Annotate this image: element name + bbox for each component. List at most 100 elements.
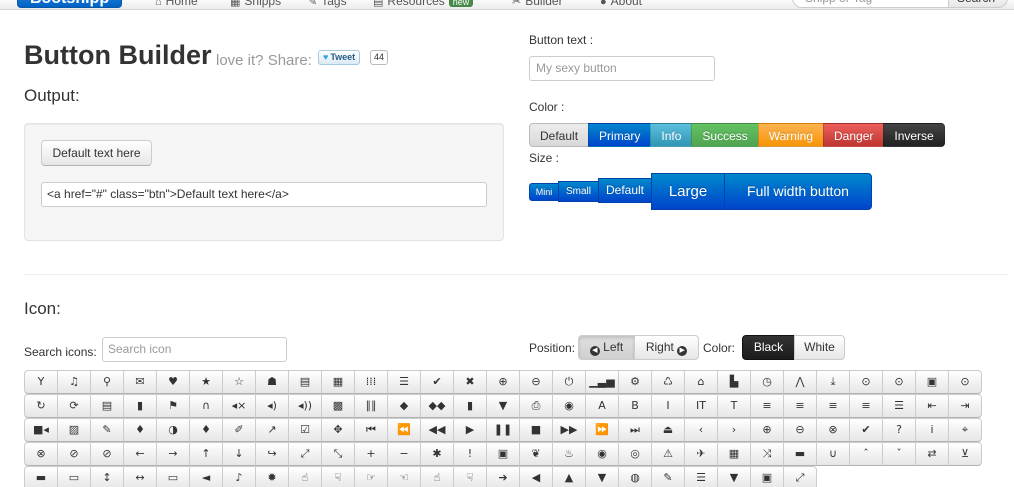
- map-marker-icon[interactable]: ♦: [123, 418, 157, 442]
- arrow-down-icon[interactable]: ↓: [222, 442, 256, 466]
- indent-right-icon[interactable]: ⇥: [948, 394, 982, 418]
- film-icon[interactable]: ▤: [288, 370, 322, 394]
- user-icon[interactable]: ☗: [255, 370, 289, 394]
- lock-icon[interactable]: ▮: [123, 394, 157, 418]
- text-height-icon[interactable]: IT: [684, 394, 718, 418]
- resize-vertical-icon[interactable]: ↕: [90, 466, 124, 487]
- info-sign-icon[interactable]: i: [915, 418, 949, 442]
- indent-left-icon[interactable]: ⇤: [915, 394, 949, 418]
- circle-arrow-left-icon[interactable]: ◀: [519, 466, 553, 487]
- picture-icon[interactable]: ▨: [57, 418, 91, 442]
- fire-icon[interactable]: ♨: [552, 442, 586, 466]
- headphones-icon[interactable]: ∩: [189, 394, 223, 418]
- bell-icon[interactable]: ♪: [222, 466, 256, 487]
- asterisk-icon[interactable]: ✱: [420, 442, 454, 466]
- list-alt-icon[interactable]: ▤: [90, 394, 124, 418]
- hdd-icon[interactable]: ▭: [156, 466, 190, 487]
- italic-icon[interactable]: I: [651, 394, 685, 418]
- nav-item-home[interactable]: ⌂ Home: [155, 0, 198, 9]
- eye-close-icon[interactable]: ◎: [618, 442, 652, 466]
- cog-icon[interactable]: ⚙: [618, 370, 652, 394]
- position-left-button[interactable]: ◀ Left: [578, 335, 635, 360]
- hand-up-icon[interactable]: ☝: [420, 466, 454, 487]
- color-info-button[interactable]: Info: [650, 123, 693, 147]
- retweet-icon[interactable]: ⇄: [915, 442, 949, 466]
- repeat-icon[interactable]: ↻: [24, 394, 58, 418]
- envelope-icon[interactable]: ✉: [123, 370, 157, 394]
- button-text-input[interactable]: My sexy button: [529, 56, 715, 81]
- size-default-button[interactable]: Default: [598, 178, 652, 203]
- preview-button[interactable]: Default text here: [41, 140, 152, 166]
- warning-sign-icon[interactable]: ⚠: [651, 442, 685, 466]
- calendar-icon[interactable]: ▦: [717, 442, 751, 466]
- folder-close-icon[interactable]: ▬: [24, 466, 58, 487]
- fullscreen-icon[interactable]: ⤢: [783, 466, 817, 487]
- hand-down-icon[interactable]: ☟: [453, 466, 487, 487]
- resize-small-icon[interactable]: ⤡: [321, 442, 355, 466]
- nav-search-button[interactable]: Search: [948, 0, 1008, 8]
- check-icon[interactable]: ☑: [288, 418, 322, 442]
- align-center-icon[interactable]: ≡: [783, 394, 817, 418]
- ok-icon[interactable]: ✔: [420, 370, 454, 394]
- step-forward-icon[interactable]: ⏭: [618, 418, 652, 442]
- th-icon[interactable]: ⁞⁞⁞: [354, 370, 388, 394]
- qrcode-icon[interactable]: ▩: [321, 394, 355, 418]
- adjust-icon[interactable]: ◑: [156, 418, 190, 442]
- minus-sign-icon[interactable]: ⊖: [783, 418, 817, 442]
- color-success-button[interactable]: Success: [691, 123, 759, 147]
- brand-logo[interactable]: Bootsnipp: [17, 0, 123, 8]
- remove-icon[interactable]: ✖: [453, 370, 487, 394]
- color-danger-button[interactable]: Danger: [823, 123, 885, 147]
- shopping-cart-icon[interactable]: ⊻: [948, 442, 982, 466]
- screenshot-icon[interactable]: ⌖: [948, 418, 982, 442]
- play-icon[interactable]: ▶: [453, 418, 487, 442]
- align-justify-icon[interactable]: ≡: [849, 394, 883, 418]
- wrench-icon[interactable]: ✎: [651, 466, 685, 487]
- tasks-icon[interactable]: ☰: [684, 466, 718, 487]
- volume-down-icon[interactable]: ◂): [255, 394, 289, 418]
- color-primary-button[interactable]: Primary: [588, 123, 652, 147]
- tint-icon[interactable]: ♦: [189, 418, 223, 442]
- chevron-left-icon[interactable]: ‹: [684, 418, 718, 442]
- road-icon[interactable]: ⋀: [783, 370, 817, 394]
- pause-icon[interactable]: ❚❚: [486, 418, 520, 442]
- thumbs-up-icon[interactable]: ☝: [288, 466, 322, 487]
- glass-icon[interactable]: Y: [24, 370, 58, 394]
- size-mini-button[interactable]: Mini: [529, 183, 559, 201]
- ok-sign-icon[interactable]: ✔: [849, 418, 883, 442]
- heart-icon[interactable]: ♥: [156, 370, 190, 394]
- bullhorn-icon[interactable]: ◄: [189, 466, 223, 487]
- arrow-left-icon[interactable]: ←: [123, 442, 157, 466]
- align-left-icon[interactable]: ≡: [750, 394, 784, 418]
- search-icons-input[interactable]: Search icon: [102, 337, 287, 362]
- briefcase-icon[interactable]: ▣: [750, 466, 784, 487]
- time-icon[interactable]: ◷: [750, 370, 784, 394]
- backward-icon[interactable]: ◀◀: [420, 418, 454, 442]
- remove-circle-icon[interactable]: ⊗: [24, 442, 58, 466]
- star-icon[interactable]: ★: [189, 370, 223, 394]
- circle-arrow-up-icon[interactable]: ▲: [552, 466, 586, 487]
- music-icon[interactable]: ♫: [57, 370, 91, 394]
- filter-icon[interactable]: ▼: [717, 466, 751, 487]
- folder-open-icon[interactable]: ▭: [57, 466, 91, 487]
- circle-arrow-right-icon[interactable]: ➔: [486, 466, 520, 487]
- minus-icon[interactable]: −: [387, 442, 421, 466]
- pencil-icon[interactable]: ✎: [90, 418, 124, 442]
- chevron-down-icon[interactable]: ˇ: [882, 442, 916, 466]
- signal-icon[interactable]: ▁▃▅: [585, 370, 619, 394]
- icon-color-white-button[interactable]: White: [794, 335, 845, 360]
- question-sign-icon[interactable]: ?: [882, 418, 916, 442]
- eject-icon[interactable]: ⏏: [651, 418, 685, 442]
- position-right-button[interactable]: Right ▶: [634, 335, 699, 360]
- th-large-icon[interactable]: ▦: [321, 370, 355, 394]
- random-icon[interactable]: ⤨: [750, 442, 784, 466]
- nav-item-tags[interactable]: ✎ Tags: [308, 0, 347, 9]
- bookmark-icon[interactable]: ▼: [486, 394, 520, 418]
- search-icon[interactable]: ⚲: [90, 370, 124, 394]
- text-width-icon[interactable]: T: [717, 394, 751, 418]
- step-backward-icon[interactable]: ⏮: [354, 418, 388, 442]
- icon-color-black-button[interactable]: Black: [742, 335, 795, 360]
- color-warning-button[interactable]: Warning: [757, 123, 824, 147]
- size-large-button[interactable]: Large: [651, 173, 725, 210]
- magnet-icon[interactable]: ∪: [816, 442, 850, 466]
